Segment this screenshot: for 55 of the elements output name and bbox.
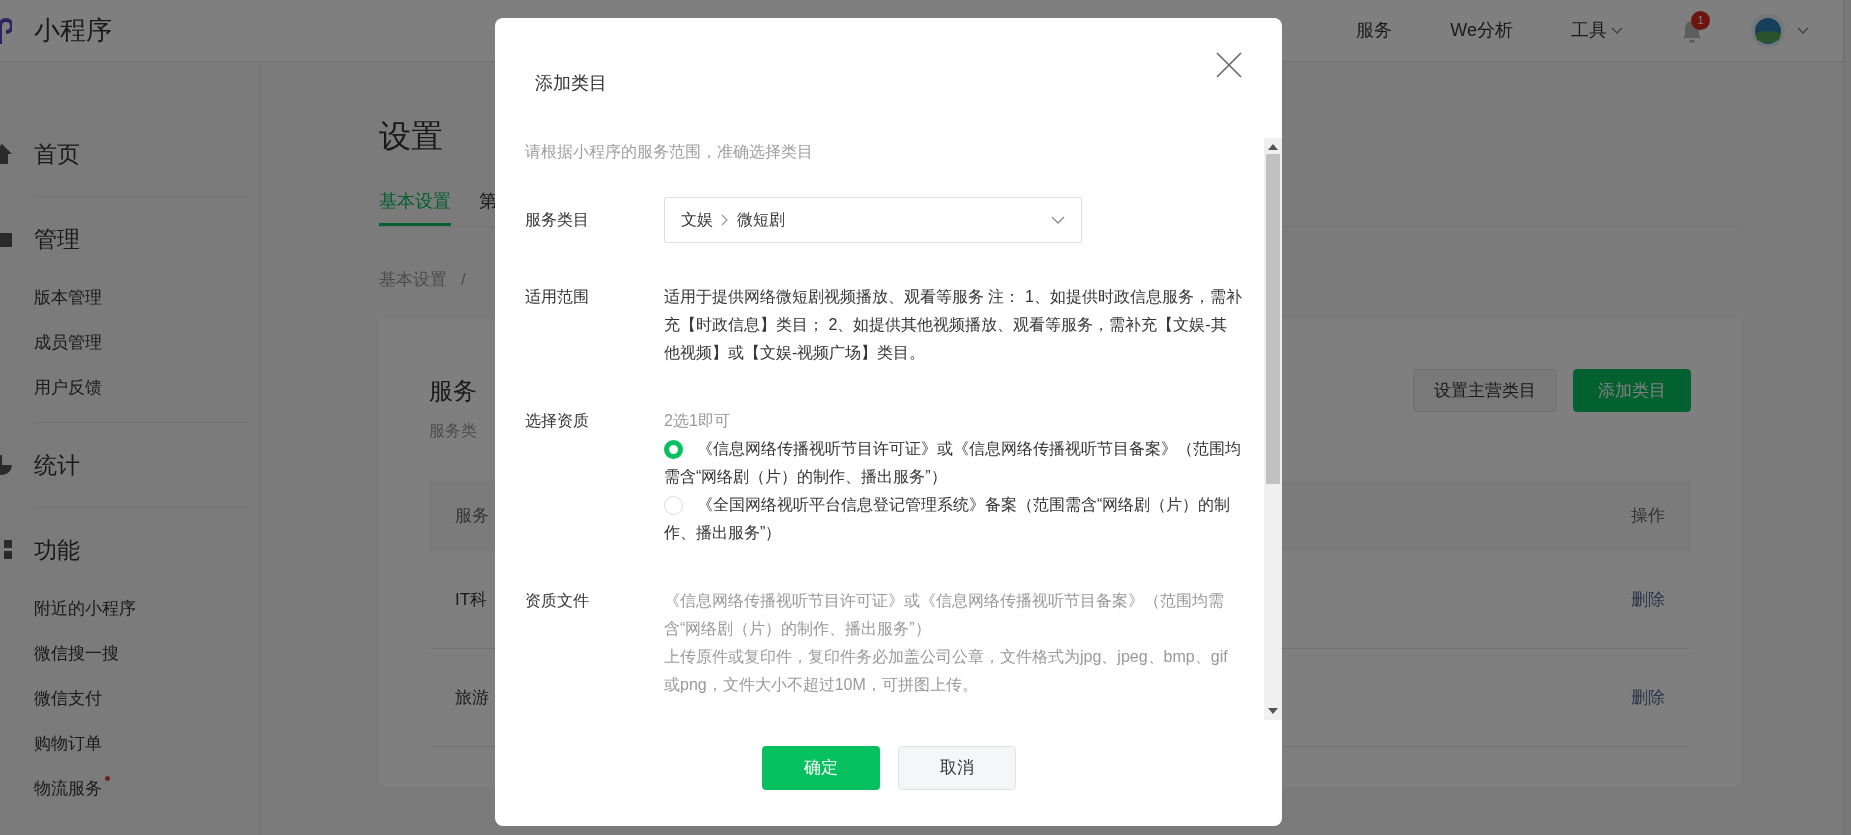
radio-label[interactable]: 《信息网络传播视听节目许可证》或《信息网络传播视听节目备案》（范围均需含“网络剧（片）的制作、播出服务”） <box>664 435 1242 491</box>
button[interactable]: 设置主营类目 <box>1413 368 1557 413</box>
field-label: 适用范围 <box>525 287 590 307</box>
delete-link[interactable]: 删除 <box>1631 684 1665 711</box>
scroll-down-icon <box>1268 708 1278 714</box>
sidebar-item[interactable]: 购物订单 <box>34 730 102 757</box>
sidebar-item[interactable]: 用户反馈 <box>34 374 102 401</box>
new-dot <box>105 776 110 781</box>
delete-link[interactable]: 删除 <box>1631 586 1665 613</box>
caret-icon <box>1797 26 1809 35</box>
logo-icon <box>0 17 12 44</box>
nav-link[interactable]: We分析 <box>1450 17 1513 44</box>
radio-label[interactable]: 《全国网络视听平台信息登记管理系统》备案（范围需含“网络剧（片）的制作、播出服务”） <box>664 491 1242 547</box>
sidebar-section-title[interactable]: 功能 <box>34 532 80 568</box>
category-select[interactable]: 文娱 微短剧 <box>664 197 1082 243</box>
sidebar-item[interactable]: 微信搜一搜 <box>34 640 119 667</box>
cancel-button[interactable]: 取消 <box>897 746 1016 790</box>
field-label: 选择资质 <box>525 411 590 431</box>
table-cell-text: IT科 <box>455 588 488 611</box>
column-header: 服务 <box>455 505 489 528</box>
page-title: 设置 <box>379 117 443 156</box>
nav-link[interactable]: 服务 <box>1356 17 1393 44</box>
field-label: 服务类目 <box>525 210 590 230</box>
sidebar-section-title[interactable]: 管理 <box>34 221 80 257</box>
dropdown-icon <box>1051 216 1065 224</box>
scroll-up-icon <box>1268 144 1278 150</box>
sidebar-item[interactable]: 附近的小程序 <box>34 595 136 622</box>
description-text: 上传原件或复印件，复印件务必加盖公司公章，文件格式为jpg、jpeg、bmp、gif或png，文件大小不超过10M，可拼图上传。 <box>664 647 1229 695</box>
sidebar-section-title[interactable]: 统计 <box>34 447 80 483</box>
table-cell-text: 旅游 <box>455 686 489 709</box>
avatar[interactable] <box>1751 13 1785 48</box>
dialog-title: 添加类目 <box>535 72 607 95</box>
sidebar-section-title[interactable]: 首页 <box>34 136 80 172</box>
note-text: 2选1即可 <box>664 411 731 431</box>
card-title: 服务 <box>429 375 477 406</box>
nav-link[interactable]: 工具 <box>1571 17 1623 44</box>
radio-button[interactable] <box>664 440 683 459</box>
close-icon[interactable] <box>1216 52 1242 78</box>
sidebar-item[interactable]: 微信支付 <box>34 685 102 712</box>
notification-badge: 1 <box>1691 10 1710 30</box>
chevron-icon <box>721 214 729 226</box>
caret-icon <box>1611 26 1623 35</box>
scope-text: 适用于提供网络微短剧视频播放、观看等服务 注： 1、如提供时政信息服务，需补充【时政信息】类目； 2、如提供其他视频播放、观看等服务，需补充【文娱-其他视频】或【文娱-视频广场】类目。 <box>664 287 1242 363</box>
scrollbar-thumb[interactable] <box>1266 154 1280 484</box>
logo-text: 小程序 <box>34 14 112 47</box>
hint-text: 请根据小程序的服务范围，准确选择类目 <box>525 142 814 162</box>
sidebar-item[interactable]: 版本管理 <box>34 284 102 311</box>
confirm-button[interactable]: 确定 <box>761 746 880 790</box>
description-text: 《信息网络传播视听节目许可证》或《信息网络传播视听节目备案》（范围均需含“网络剧（片）的制作、播出服务”） <box>664 591 1225 639</box>
sidebar-item[interactable]: 物流服务 <box>34 775 102 802</box>
column-header: 操作 <box>1631 505 1665 528</box>
tab[interactable]: 第 <box>479 187 497 227</box>
breadcrumb-separator: / <box>461 269 466 292</box>
sidebar-item[interactable]: 成员管理 <box>34 329 102 356</box>
field-label: 资质文件 <box>525 591 590 611</box>
